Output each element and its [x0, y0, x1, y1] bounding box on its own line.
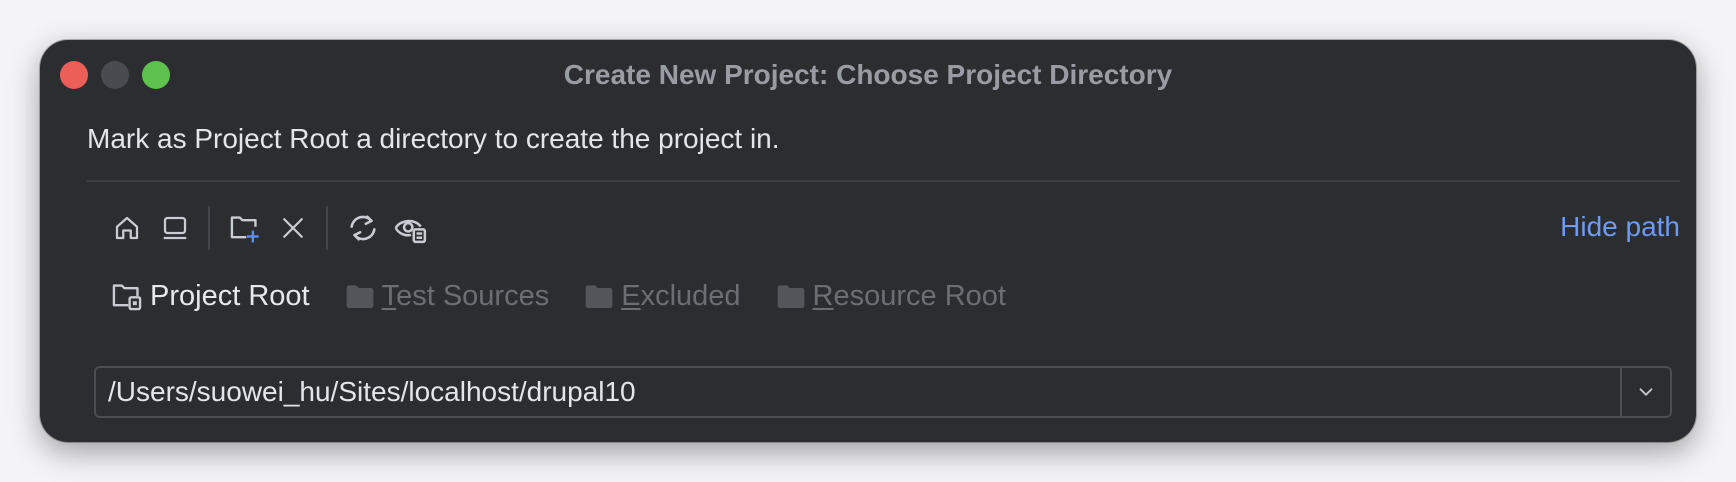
home-button[interactable]: [106, 207, 148, 249]
toolbar-separator: [326, 206, 328, 250]
root-type-mnemonic: R: [812, 279, 834, 312]
path-combobox: [94, 366, 1672, 418]
root-type-label: est Sources: [396, 279, 550, 312]
project-root-folder-icon: [112, 284, 142, 311]
chevron-down-icon: [1639, 388, 1653, 396]
new-folder-icon: [230, 216, 259, 243]
delete-icon: [283, 218, 303, 238]
excluded-button[interactable]: Excluded: [583, 279, 741, 313]
show-hidden-icon: [394, 219, 427, 244]
hide-path-link[interactable]: Hide path: [1560, 211, 1680, 243]
path-history-dropdown-button[interactable]: [1622, 368, 1670, 416]
folder-icon: [585, 285, 613, 308]
project-root-button[interactable]: Project Root: [110, 280, 310, 313]
resource-root-button[interactable]: Resource Root: [775, 280, 1006, 313]
window-title: Create New Project: Choose Project Direc…: [563, 59, 1173, 90]
root-type-label: Project Root: [150, 279, 310, 312]
home-icon: [115, 216, 139, 240]
new-folder-button[interactable]: [224, 207, 266, 249]
dialog-window: Create New Project: Choose Project Direc…: [40, 40, 1696, 442]
divider: [87, 180, 1680, 182]
root-type-label: esource Root: [833, 279, 1006, 312]
root-type-bar: Project Root Test Sources Excluded Resou…: [110, 276, 1040, 316]
delete-button[interactable]: [272, 207, 314, 249]
desktop-icon: [163, 216, 187, 240]
root-type-mnemonic: T: [381, 279, 397, 312]
folder-icon: [777, 285, 804, 308]
root-type-label: xcluded: [640, 279, 741, 312]
path-input[interactable]: [108, 368, 1588, 416]
refresh-icon: [350, 215, 376, 241]
dialog-description: Mark as Project Root a directory to crea…: [87, 123, 780, 154]
folder-icon: [346, 285, 373, 308]
show-hidden-files-button[interactable]: [390, 207, 432, 249]
test-sources-button[interactable]: Test Sources: [344, 279, 550, 313]
desktop-button[interactable]: [154, 207, 196, 249]
toolbar-separator: [208, 206, 210, 250]
refresh-button[interactable]: [342, 207, 384, 249]
file-chooser-toolbar: [106, 204, 438, 252]
root-type-mnemonic: E: [621, 279, 641, 312]
